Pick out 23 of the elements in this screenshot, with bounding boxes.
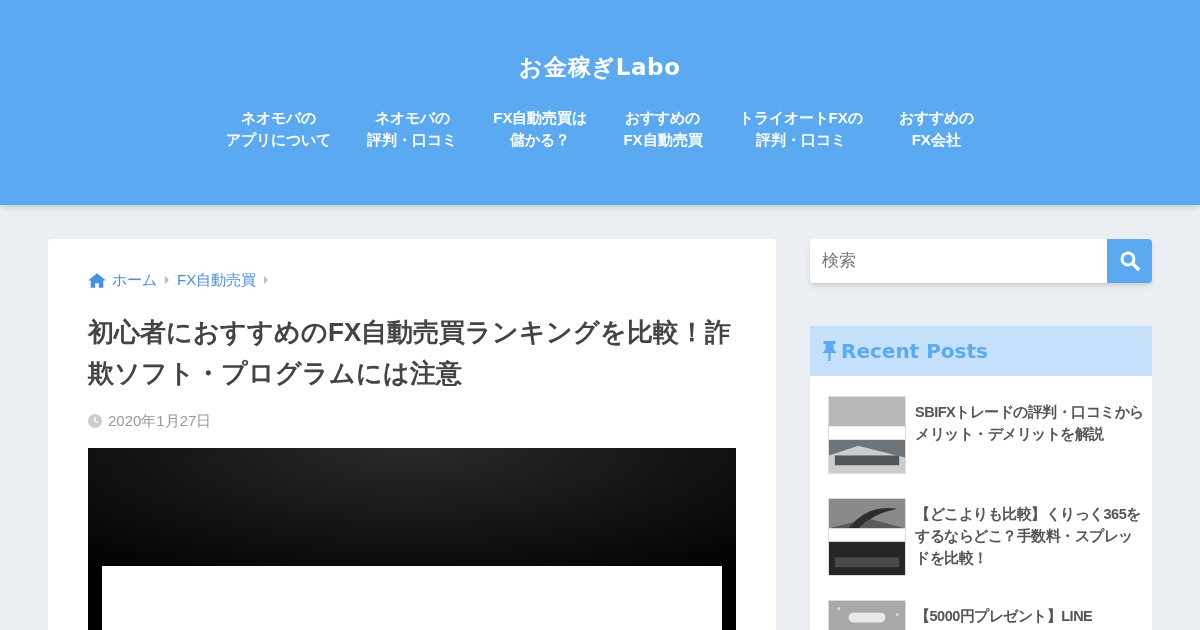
nav-link[interactable]: おすすめの FX会社 bbox=[880, 106, 992, 151]
widget-title: Recent Posts bbox=[841, 338, 988, 365]
pin-icon bbox=[822, 341, 837, 361]
nav-link[interactable]: おすすめの FX自動売買 bbox=[605, 106, 721, 151]
clock-icon bbox=[88, 413, 102, 428]
search-button[interactable] bbox=[1107, 239, 1152, 283]
caret-icon bbox=[264, 276, 269, 285]
article-title: 初心者におすすめのFX自動売買ランキングを比較！詐欺ソフト・プログラムには注意 bbox=[88, 315, 733, 390]
site-title[interactable]: お金稼ぎLabo bbox=[519, 50, 681, 85]
nav-link[interactable]: トライオートFXの 評判・口コミ bbox=[720, 106, 881, 151]
search-field[interactable]: 検索 bbox=[810, 239, 1107, 283]
nav-link[interactable]: ネオモバの アプリについて bbox=[208, 106, 350, 151]
post-link[interactable]: SBIFXトレードの評判・口コミからメリット・デメリットを解説 bbox=[915, 401, 1146, 474]
nav-link[interactable]: FX自動売買は 儲かる？ bbox=[475, 106, 606, 151]
nav-link[interactable]: ネオモバの 評判・口コミ bbox=[349, 106, 476, 151]
post-date: 2020年1月27日 bbox=[108, 410, 212, 431]
post-link[interactable]: 【どこよりも比較】くりっく365をするならどこ？手数料・スプレッドを比較！ bbox=[915, 503, 1146, 576]
breadcrumb-link[interactable]: FX自動売買 bbox=[177, 269, 257, 292]
breadcrumb-link[interactable]: ホーム bbox=[112, 269, 157, 292]
caret-icon bbox=[165, 276, 169, 285]
post-link[interactable]: 【5000円プレゼント】LINE bbox=[915, 605, 1146, 630]
search-icon bbox=[1119, 251, 1140, 271]
home-icon bbox=[88, 272, 106, 288]
